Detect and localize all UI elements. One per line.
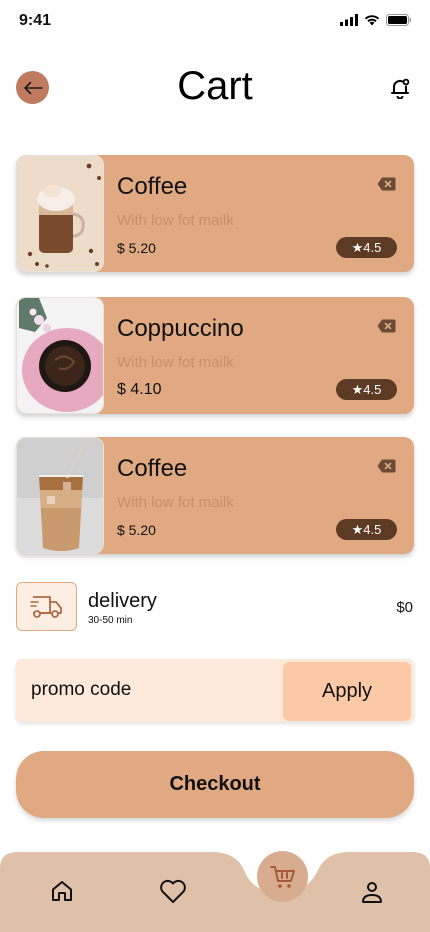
nav-profile[interactable] [358,878,386,906]
cart-icon [269,865,295,888]
heart-icon [160,879,186,903]
notifications-button[interactable] [388,76,412,100]
profile-icon [362,882,382,903]
nav-favorites[interactable] [157,875,189,907]
item-name: Coppuccino [117,315,244,342]
page-title: Cart [177,64,253,108]
rating-badge: ★4.5 [336,379,397,400]
item-price: $ 5.20 [117,522,156,538]
nav-cart[interactable] [257,851,308,902]
delivery-label: delivery [88,590,157,612]
delivery-time: 30-50 min [88,615,133,626]
item-price: $ 4.10 [117,381,162,398]
cart-item[interactable]: Coppuccino With low fot mailk $ 4.10 ★4.… [16,297,414,414]
status-time: 9:41 [19,12,52,29]
cart-item[interactable]: Coffee With low fot mailk $ 5.20 ★4.5 [16,437,414,554]
cart-item[interactable]: Coffee With low fot mailk $ 5.20 ★4.5 [16,155,414,272]
status-bar: 9:41 [0,0,430,44]
item-description: With low fot mailk [117,494,234,511]
item-description: With low fot mailk [117,212,234,229]
product-image-iced-coffee [16,437,104,554]
promo-code-input[interactable] [31,675,271,705]
rating-badge: ★4.5 [336,237,397,258]
nav-home[interactable] [46,876,78,906]
bell-icon [391,78,410,99]
signal-icon [340,14,358,26]
delivery-price: $0 [396,599,413,616]
item-name: Coffee [117,455,188,482]
item-description: With low fot mailk [117,354,234,371]
remove-item-icon[interactable] [377,177,396,191]
truck-icon [29,595,62,618]
delivery-icon-box [16,582,77,631]
home-icon [52,881,72,901]
item-price: $ 5.20 [117,240,156,256]
product-image-coffee [16,155,104,272]
bottom-nav [0,850,430,932]
apply-button[interactable]: Apply [283,662,411,721]
product-image-cappuccino [16,297,104,414]
battery-icon [386,14,412,26]
rating-badge: ★4.5 [336,519,397,540]
remove-item-icon[interactable] [377,319,396,333]
wifi-icon [364,15,380,26]
remove-item-icon[interactable] [377,459,396,473]
item-name: Coffee [117,173,188,200]
status-icons [340,14,412,26]
checkout-button[interactable]: Checkout [16,751,414,818]
